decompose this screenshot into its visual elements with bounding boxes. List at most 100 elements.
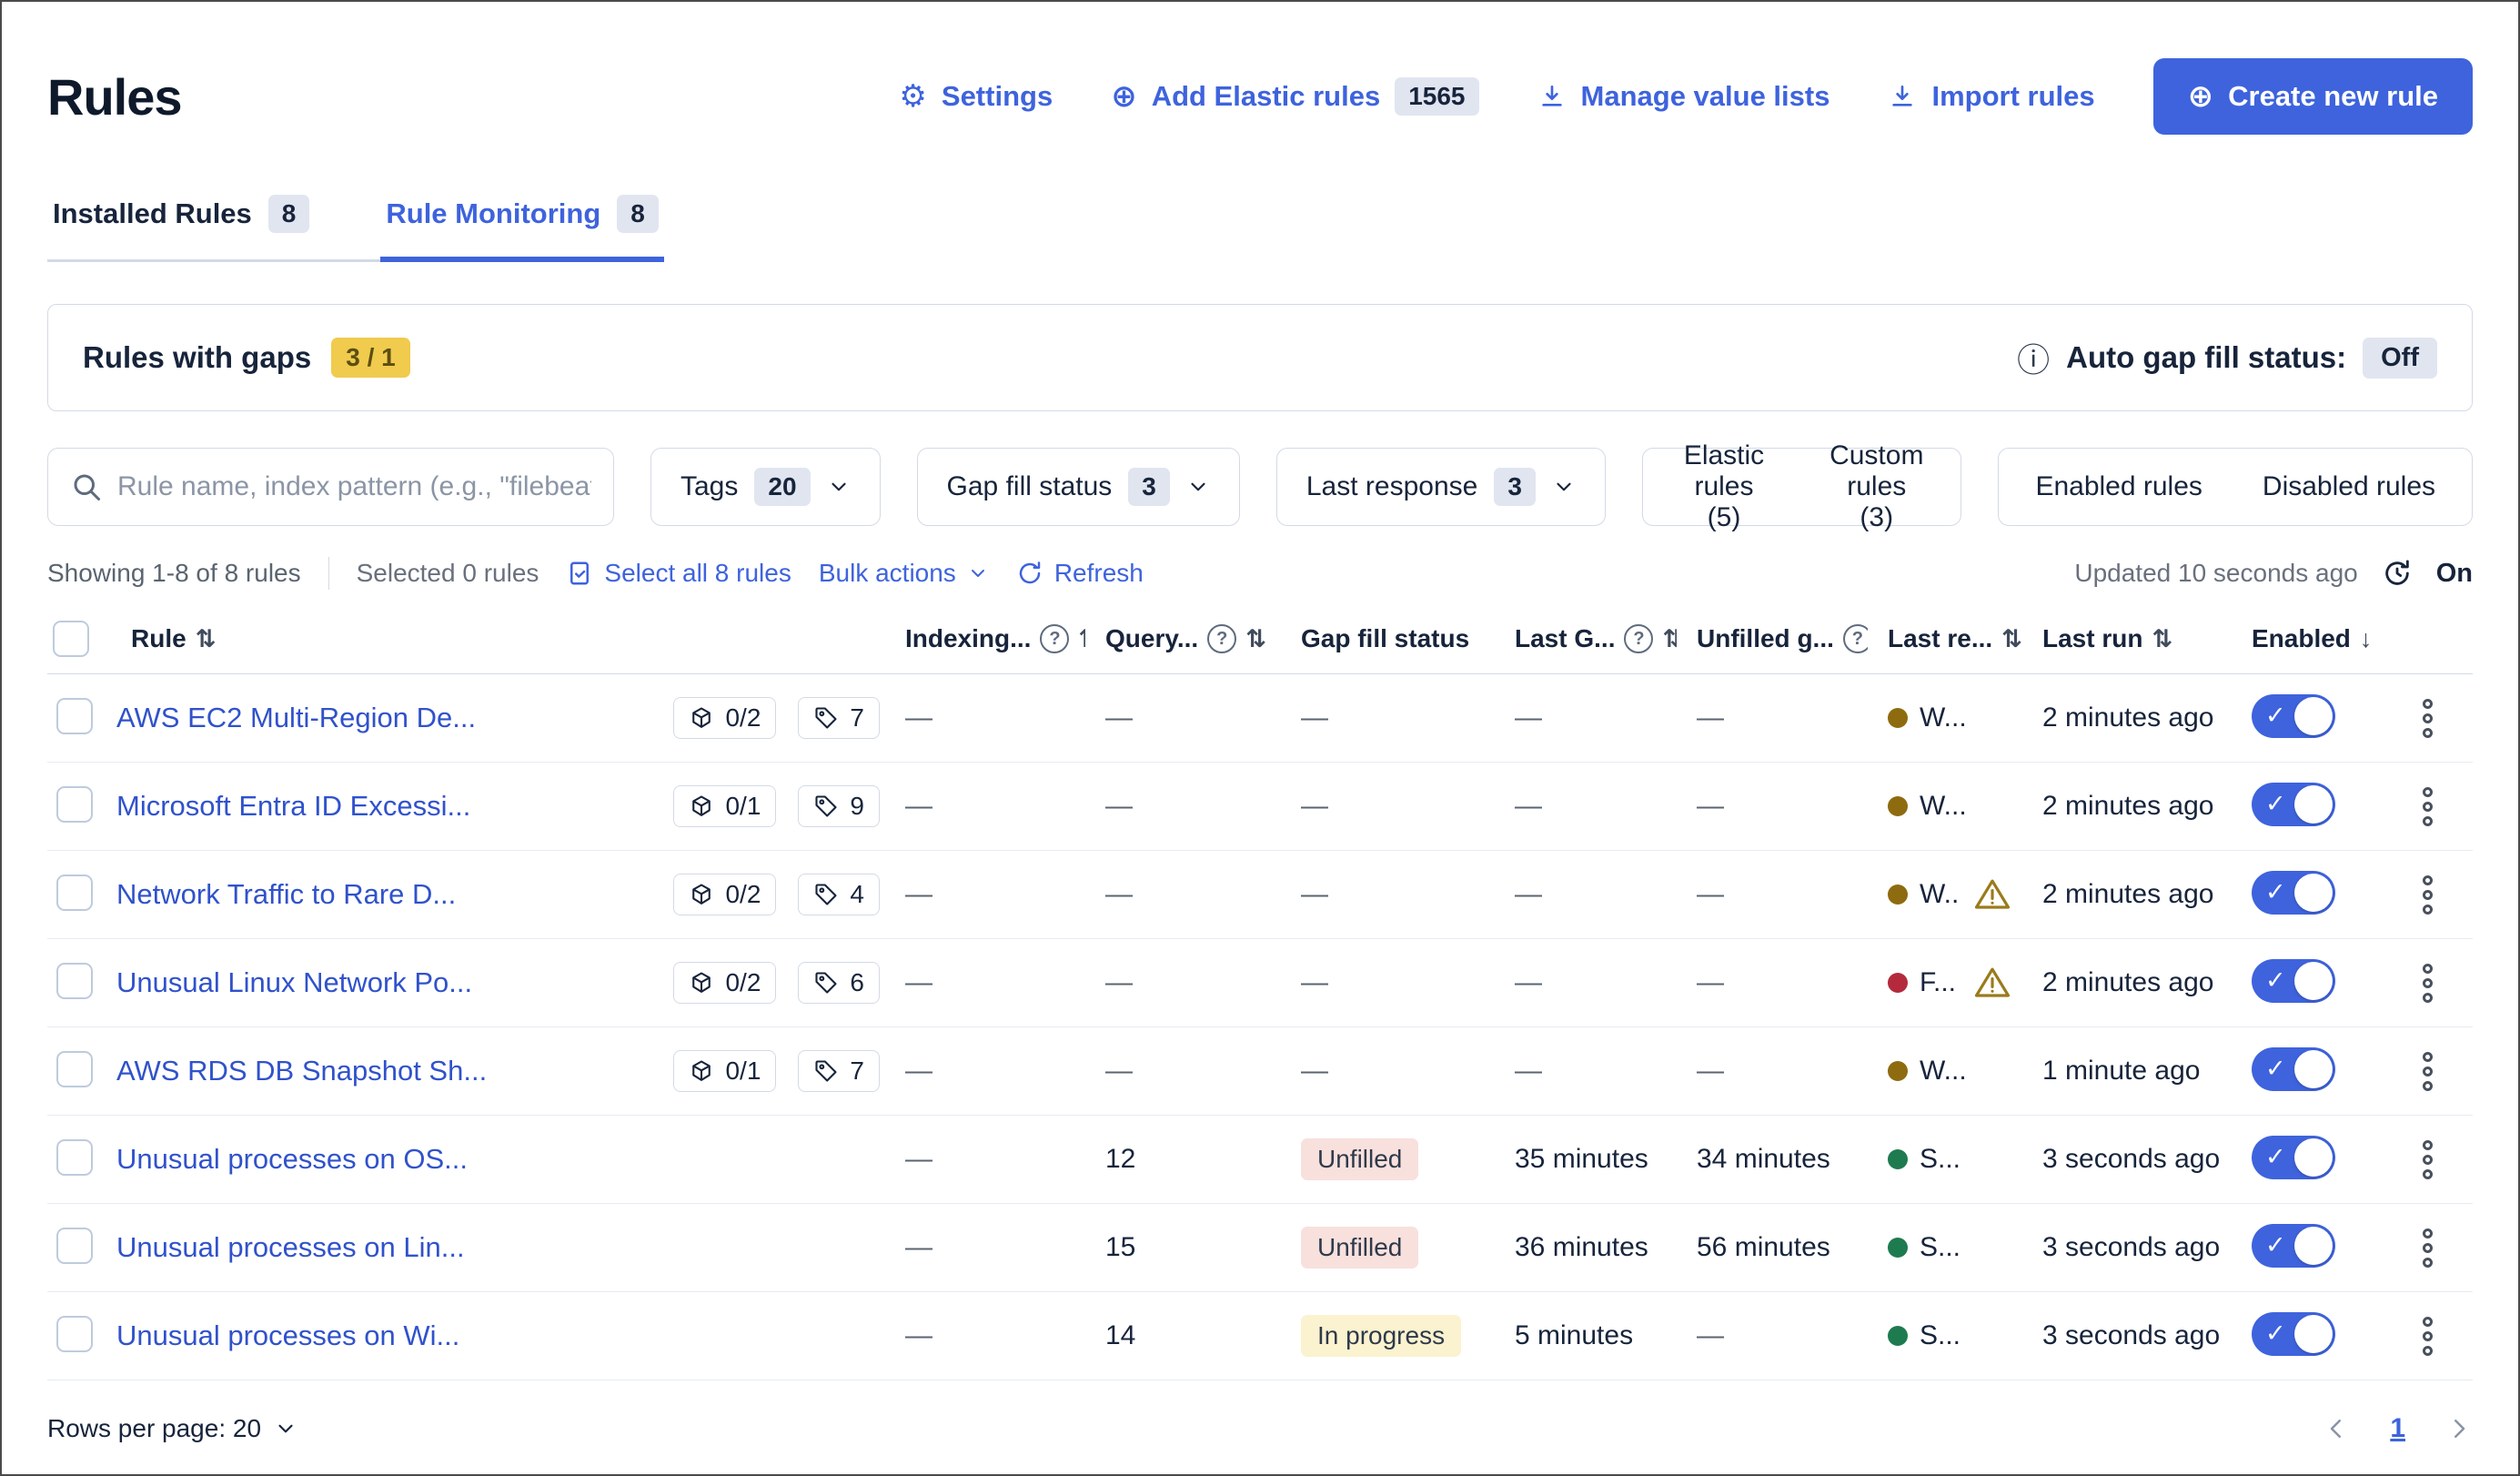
previous-page-button[interactable] xyxy=(2323,1415,2350,1442)
enabled-toggle[interactable]: ✓ xyxy=(2252,1136,2335,1179)
row-checkbox[interactable] xyxy=(56,1139,93,1176)
row-actions-menu-button[interactable] xyxy=(2417,958,2438,1008)
integrations-badge[interactable]: 0/1 xyxy=(673,1050,776,1092)
column-header-enabled[interactable]: Enabled ↓ xyxy=(2232,624,2404,653)
row-checkbox[interactable] xyxy=(56,698,93,734)
import-rules-button[interactable]: Import rules xyxy=(1888,80,2094,113)
integrations-badge[interactable]: 0/2 xyxy=(673,962,776,1004)
enabled-toggle[interactable]: ✓ xyxy=(2252,1224,2335,1268)
manage-value-lists-button[interactable]: Manage value lists xyxy=(1537,80,1830,113)
column-header-last-response[interactable]: Last re... ⇅ xyxy=(1868,624,2022,653)
rule-link[interactable]: Network Traffic to Rare D... xyxy=(116,878,456,911)
rule-link[interactable]: Unusual Linux Network Po... xyxy=(116,966,472,999)
enabled-toggle[interactable]: ✓ xyxy=(2252,1047,2335,1091)
tags-badge[interactable]: 4 xyxy=(798,874,880,915)
info-icon[interactable]: ⓘ xyxy=(2017,334,2050,381)
help-icon[interactable]: ? xyxy=(1040,624,1069,653)
rule-link[interactable]: Unusual processes on Lin... xyxy=(116,1231,465,1264)
disabled-rules-toggle[interactable]: Disabled rules xyxy=(2263,471,2435,502)
tags-count: 9 xyxy=(850,792,864,821)
enabled-toggle[interactable]: ✓ xyxy=(2252,783,2335,826)
help-icon[interactable]: ? xyxy=(1624,624,1653,653)
tags-badge[interactable]: 9 xyxy=(798,785,880,827)
enabled-toggle[interactable]: ✓ xyxy=(2252,694,2335,738)
rows-per-page-button[interactable]: Rows per page: 20 xyxy=(47,1414,297,1443)
enabled-toggle[interactable]: ✓ xyxy=(2252,1312,2335,1356)
row-actions-menu-button[interactable] xyxy=(2417,1311,2438,1361)
row-actions-menu-button[interactable] xyxy=(2417,1135,2438,1185)
integrations-badge[interactable]: 0/1 xyxy=(673,785,776,827)
tags-badge[interactable]: 7 xyxy=(798,697,880,739)
auto-refresh-state[interactable]: On xyxy=(2436,559,2473,589)
sort-icon[interactable]: ⇅ xyxy=(1245,625,1266,653)
rule-source-toggle-group: Elastic rules (5) Custom rules (3) xyxy=(1642,448,1962,526)
warning-icon[interactable] xyxy=(1973,964,2011,1002)
rule-link[interactable]: AWS RDS DB Snapshot Sh... xyxy=(116,1055,487,1087)
next-page-button[interactable] xyxy=(2445,1415,2473,1442)
last-response-filter-button[interactable]: Last response 3 xyxy=(1276,448,1606,526)
last-run-cell: 2 minutes ago xyxy=(2022,967,2232,998)
column-header-last-gap[interactable]: Last G... ? ⇅ xyxy=(1495,624,1677,653)
sort-down-icon[interactable]: ↓ xyxy=(2360,625,2373,653)
last-gap-cell: — xyxy=(1495,1056,1677,1087)
column-header-unfilled-gap[interactable]: Unfilled g... ? xyxy=(1677,624,1868,653)
sort-icon[interactable]: ⇅ xyxy=(1662,625,1677,653)
rule-link[interactable]: AWS EC2 Multi-Region De... xyxy=(116,702,476,734)
row-actions-menu-button[interactable] xyxy=(2417,693,2438,743)
elastic-rules-toggle[interactable]: Elastic rules (5) xyxy=(1679,440,1769,533)
custom-rules-toggle[interactable]: Custom rules (3) xyxy=(1829,440,1924,533)
sort-icon[interactable]: ⇅ xyxy=(196,625,217,653)
row-actions-menu-button[interactable] xyxy=(2417,1046,2438,1097)
help-icon[interactable]: ? xyxy=(1843,624,1868,653)
refresh-button[interactable]: Refresh xyxy=(1016,559,1144,588)
rule-link[interactable]: Microsoft Entra ID Excessi... xyxy=(116,790,470,823)
enabled-toggle[interactable]: ✓ xyxy=(2252,871,2335,915)
bulk-actions-button[interactable]: Bulk actions xyxy=(819,559,989,588)
row-checkbox[interactable] xyxy=(56,786,93,823)
tags-badge[interactable]: 7 xyxy=(798,1050,880,1092)
column-label: Last G... xyxy=(1515,624,1615,653)
select-all-checkbox[interactable] xyxy=(53,621,89,657)
select-all-rules-button[interactable]: Select all 8 rules xyxy=(566,559,791,588)
create-new-rule-button[interactable]: ⊕ Create new rule xyxy=(2153,58,2473,135)
sort-icon[interactable]: ⇅ xyxy=(2152,625,2172,653)
tab-rule-monitoring[interactable]: Rule Monitoring 8 xyxy=(380,195,663,262)
row-checkbox[interactable] xyxy=(56,1228,93,1264)
table-row: Unusual processes on Wi... — 14 In progr… xyxy=(47,1292,2473,1380)
row-checkbox[interactable] xyxy=(56,874,93,911)
row-actions-menu-button[interactable] xyxy=(2417,782,2438,832)
help-icon[interactable]: ? xyxy=(1207,624,1236,653)
sort-icon[interactable]: ⇅ xyxy=(1078,625,1085,653)
rule-link[interactable]: Unusual processes on Wi... xyxy=(116,1319,459,1352)
warning-icon[interactable] xyxy=(1973,875,2011,914)
settings-button[interactable]: ⚙ Settings xyxy=(899,80,1053,113)
row-checkbox[interactable] xyxy=(56,963,93,999)
column-header-query[interactable]: Query... ? ⇅ xyxy=(1085,624,1281,653)
enabled-toggle[interactable]: ✓ xyxy=(2252,959,2335,1003)
tab-installed-rules[interactable]: Installed Rules 8 xyxy=(47,195,315,262)
row-checkbox[interactable] xyxy=(56,1051,93,1087)
plus-circle-icon: ⊕ xyxy=(2188,81,2214,112)
row-actions-menu-button[interactable] xyxy=(2417,870,2438,920)
column-header-rule[interactable]: Rule ⇅ xyxy=(111,624,885,653)
integrations-badge[interactable]: 0/2 xyxy=(673,697,776,739)
integrations-badge[interactable]: 0/2 xyxy=(673,874,776,915)
page-number[interactable]: 1 xyxy=(2390,1413,2405,1444)
utility-bar: Showing 1-8 of 8 rules Selected 0 rules … xyxy=(47,557,2473,590)
tags-badge[interactable]: 6 xyxy=(798,962,880,1004)
settings-label: Settings xyxy=(942,80,1053,113)
search-input[interactable] xyxy=(117,471,591,502)
rule-link[interactable]: Unusual processes on OS... xyxy=(116,1143,468,1176)
gear-icon: ⚙ xyxy=(899,81,926,112)
toggle-thumb xyxy=(2294,874,2333,912)
enabled-rules-toggle[interactable]: Enabled rules xyxy=(2035,471,2202,502)
row-checkbox[interactable] xyxy=(56,1316,93,1352)
gap-fill-status-filter-button[interactable]: Gap fill status 3 xyxy=(917,448,1240,526)
column-header-indexing[interactable]: Indexing... ? ⇅ xyxy=(885,624,1085,653)
sort-icon[interactable]: ⇅ xyxy=(2001,625,2022,653)
column-header-last-run[interactable]: Last run ⇅ xyxy=(2022,624,2232,653)
clock-refresh-icon[interactable] xyxy=(2382,558,2413,589)
add-elastic-rules-button[interactable]: ⊕ Add Elastic rules 1565 xyxy=(1111,77,1478,116)
row-actions-menu-button[interactable] xyxy=(2417,1223,2438,1273)
tags-filter-button[interactable]: Tags 20 xyxy=(650,448,881,526)
